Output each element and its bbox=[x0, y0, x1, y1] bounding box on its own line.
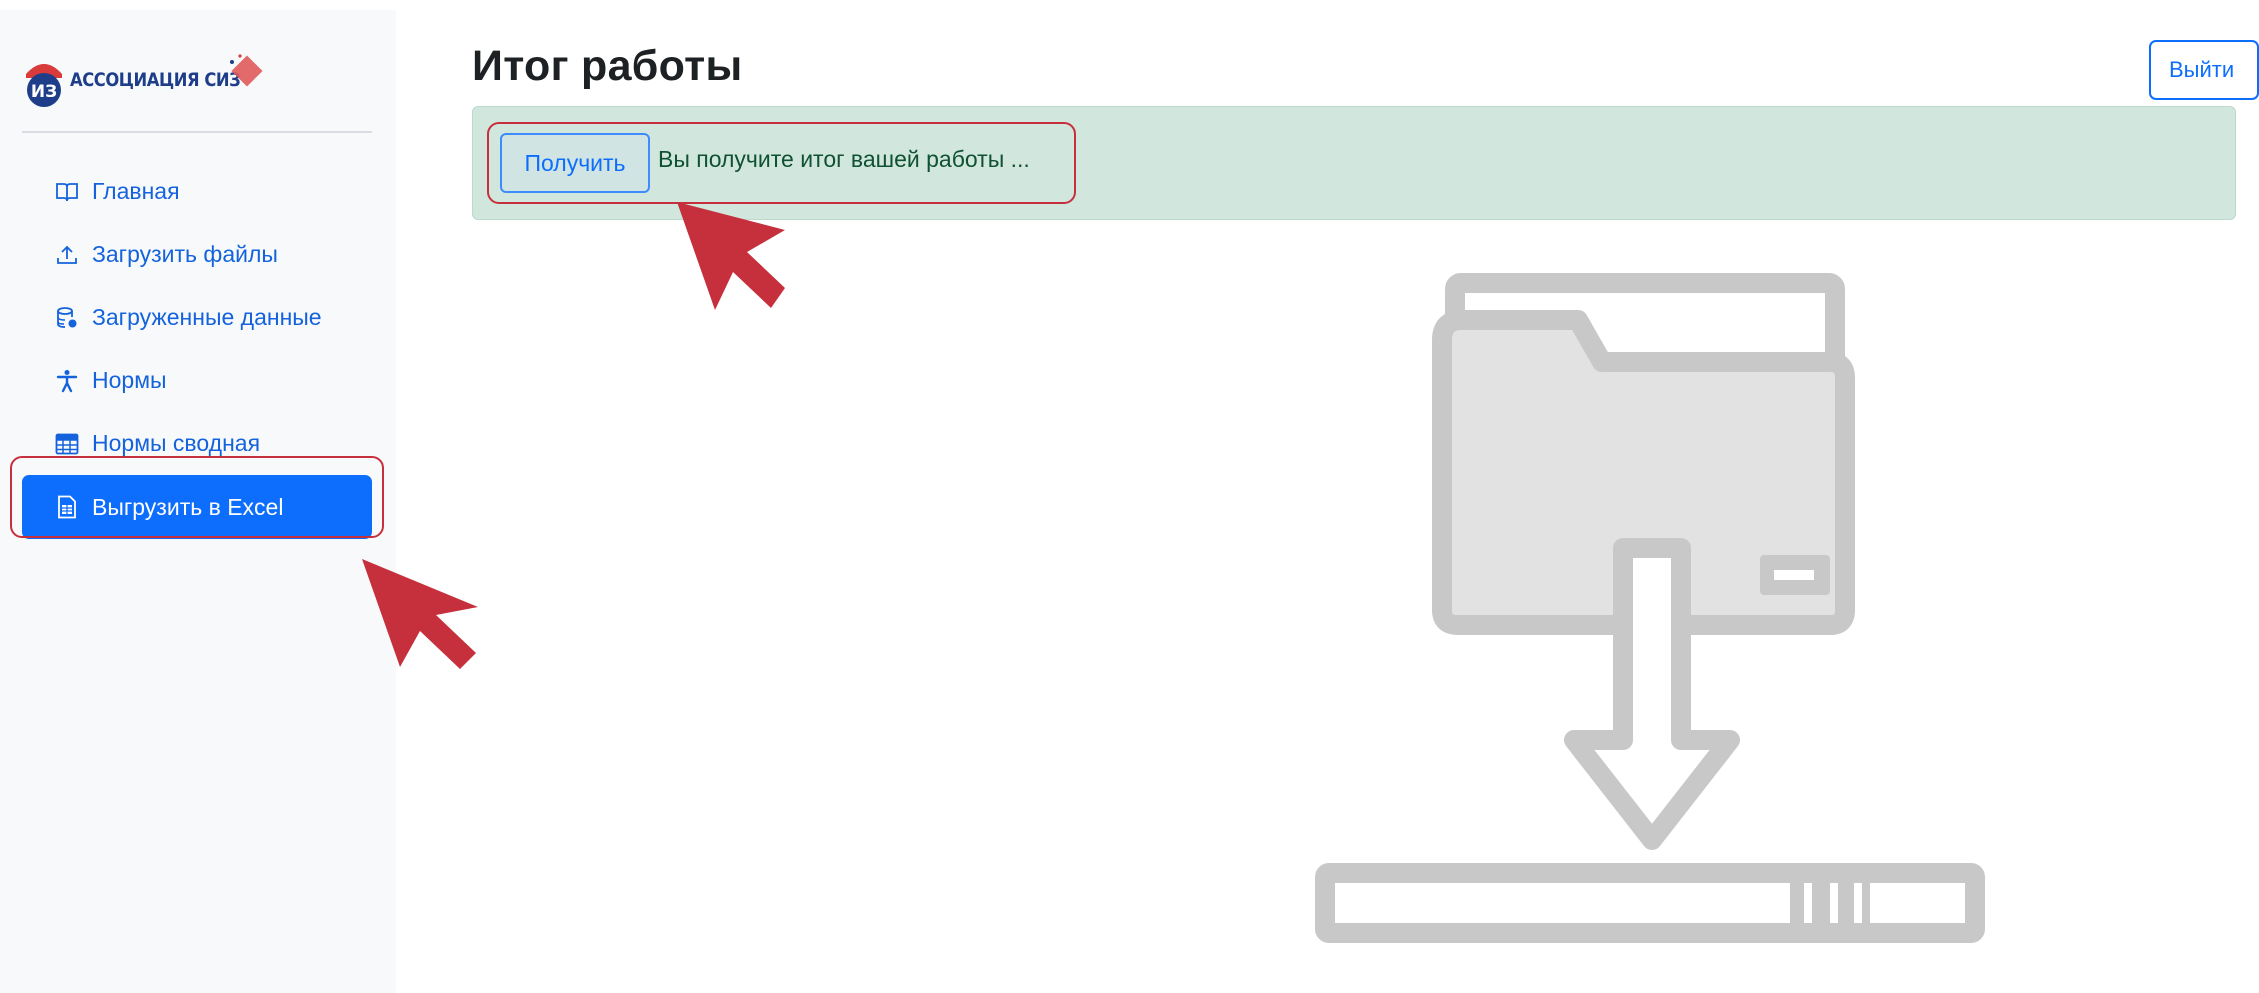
logo[interactable]: ИЗ АССОЦИАЦИЯ СИЗ bbox=[22, 48, 272, 112]
sidebar-item-norms-summary[interactable]: Нормы сводная bbox=[22, 412, 372, 475]
sidebar-item-export-excel[interactable]: Выгрузить в Excel bbox=[22, 475, 372, 539]
download-folder-illustration-icon bbox=[1315, 273, 1985, 943]
svg-text:ИЗ: ИЗ bbox=[31, 82, 57, 102]
upload-icon bbox=[54, 242, 80, 268]
table-icon bbox=[54, 431, 80, 457]
sidebar-item-norms[interactable]: Нормы bbox=[22, 349, 372, 412]
pointer-arrow-icon bbox=[677, 202, 785, 310]
database-icon bbox=[54, 305, 80, 331]
sidebar-item-label: Выгрузить в Excel bbox=[92, 493, 284, 520]
pointer-arrow-icon bbox=[362, 559, 478, 669]
book-icon bbox=[54, 179, 80, 205]
sidebar-item-upload-files[interactable]: Загрузить файлы bbox=[22, 223, 372, 286]
sidebar-item-label: Загрузить файлы bbox=[92, 241, 278, 267]
file-spreadsheet-icon bbox=[54, 494, 80, 520]
get-result-button[interactable]: Получить bbox=[500, 133, 650, 193]
sidebar: ИЗ АССОЦИАЦИЯ СИЗ Главная Загрузить файл… bbox=[0, 10, 396, 993]
alert-message: Вы получите итог вашей работы ... bbox=[658, 146, 1030, 172]
sidebar-item-label: Загруженные данные bbox=[92, 304, 322, 330]
sidebar-divider bbox=[22, 131, 372, 133]
sidebar-item-uploaded-data[interactable]: Загруженные данные bbox=[22, 286, 372, 349]
logo-diamond-icon bbox=[230, 54, 263, 87]
sidebar-item-label: Нормы bbox=[92, 367, 167, 393]
logo-text: АССОЦИАЦИЯ СИЗ bbox=[70, 69, 241, 91]
sidebar-item-label: Нормы сводная bbox=[92, 430, 261, 456]
logo-emblem-icon: ИЗ bbox=[22, 52, 66, 108]
sidebar-nav: Главная Загрузить файлы Загруженные данн… bbox=[22, 160, 372, 539]
person-icon bbox=[54, 368, 80, 394]
logout-button[interactable]: Выйти bbox=[2149, 40, 2259, 100]
page-title: Итог работы bbox=[472, 42, 743, 90]
sidebar-item-home[interactable]: Главная bbox=[22, 160, 372, 223]
sidebar-item-label: Главная bbox=[92, 178, 180, 204]
